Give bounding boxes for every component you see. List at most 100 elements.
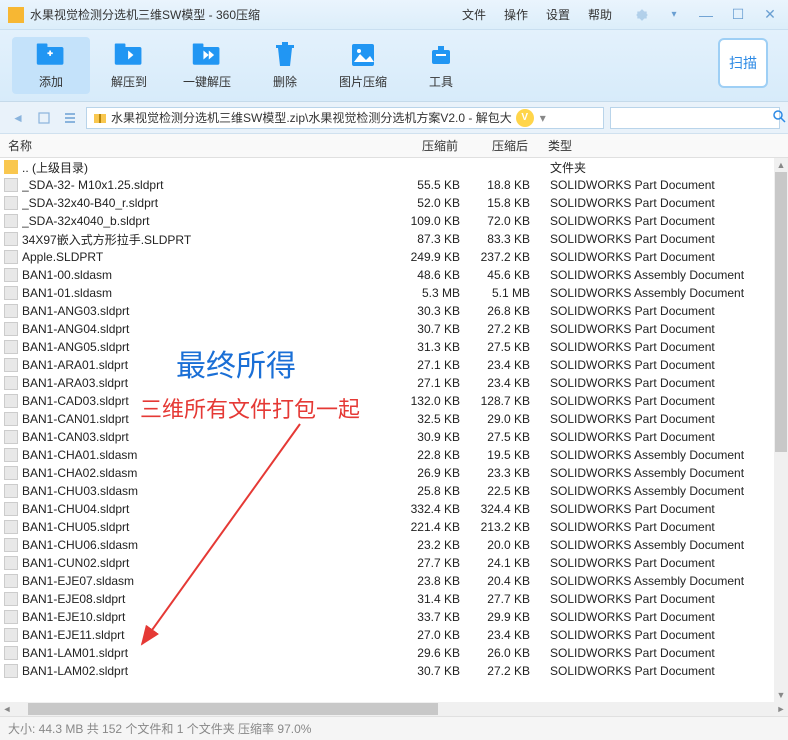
file-row[interactable]: _SDA-32x40-B40_r.sldprt52.0 KB15.8 KBSOL… (0, 194, 788, 212)
file-row[interactable]: BAN1-EJE07.sldasm23.8 KB20.4 KBSOLIDWORK… (0, 572, 788, 590)
file-row[interactable]: BAN1-CHU03.sldasm25.8 KB22.5 KBSOLIDWORK… (0, 482, 788, 500)
file-row[interactable]: BAN1-ANG04.sldprt30.7 KB27.2 KBSOLIDWORK… (0, 320, 788, 338)
file-name: Apple.SLDPRT (22, 250, 402, 264)
file-row[interactable]: Apple.SLDPRT249.9 KB237.2 KBSOLIDWORKS P… (0, 248, 788, 266)
file-row[interactable]: BAN1-CHA01.sldasm22.8 KB19.5 KBSOLIDWORK… (0, 446, 788, 464)
dropdown-icon[interactable]: ▾ (664, 5, 684, 25)
search-box[interactable] (610, 107, 780, 129)
menu-file[interactable]: 文件 (462, 6, 486, 23)
add-button[interactable]: 添加 (12, 37, 90, 94)
file-row[interactable]: BAN1-LAM01.sldprt29.6 KB26.0 KBSOLIDWORK… (0, 644, 788, 662)
file-icon (4, 538, 18, 552)
file-size-after: 23.3 KB (472, 466, 542, 480)
status-text: 大小: 44.3 MB 共 152 个文件和 1 个文件夹 压缩率 97.0% (8, 720, 311, 737)
skin-icon[interactable] (632, 5, 652, 25)
file-row[interactable]: _SDA-32- M10x1.25.sldprt55.5 KB18.8 KBSO… (0, 176, 788, 194)
file-size-after: 19.5 KB (472, 448, 542, 462)
file-type: SOLIDWORKS Part Document (542, 232, 788, 246)
minimize-button[interactable]: — (696, 5, 716, 25)
file-name: BAN1-ARA03.sldprt (22, 376, 402, 390)
horizontal-scrollbar[interactable]: ◄ ► (0, 702, 788, 716)
file-row[interactable]: BAN1-ARA03.sldprt27.1 KB23.4 KBSOLIDWORK… (0, 374, 788, 392)
file-size-after: 72.0 KB (472, 214, 542, 228)
scroll-left-button[interactable]: ◄ (0, 702, 14, 716)
file-row[interactable]: _SDA-32x4040_b.sldprt109.0 KB72.0 KBSOLI… (0, 212, 788, 230)
tools-button[interactable]: 工具 (402, 37, 480, 94)
list-body[interactable]: .. (上级目录) 文件夹 _SDA-32- M10x1.25.sldprt55… (0, 158, 788, 702)
file-row[interactable]: BAN1-CHU04.sldprt332.4 KB324.4 KBSOLIDWO… (0, 500, 788, 518)
list-view-button[interactable] (60, 108, 80, 128)
file-size-after: 20.0 KB (472, 538, 542, 552)
file-name: BAN1-ANG04.sldprt (22, 322, 402, 336)
file-size-before: 27.1 KB (402, 376, 472, 390)
parent-dir-row[interactable]: .. (上级目录) 文件夹 (0, 158, 788, 176)
file-size-after: 5.1 MB (472, 286, 542, 300)
menu-operate[interactable]: 操作 (504, 6, 528, 23)
file-name: BAN1-ANG03.sldprt (22, 304, 402, 318)
file-name: BAN1-ANG05.sldprt (22, 340, 402, 354)
file-row[interactable]: BAN1-CUN02.sldprt27.7 KB24.1 KBSOLIDWORK… (0, 554, 788, 572)
file-row[interactable]: BAN1-CHA02.sldasm26.9 KB23.3 KBSOLIDWORK… (0, 464, 788, 482)
scroll-up-button[interactable]: ▲ (774, 158, 788, 172)
close-button[interactable]: ✕ (760, 5, 780, 25)
delete-button[interactable]: 删除 (246, 37, 324, 94)
file-type: SOLIDWORKS Assembly Document (542, 574, 788, 588)
vertical-scrollbar[interactable]: ▲ ▼ (774, 158, 788, 702)
file-type: SOLIDWORKS Assembly Document (542, 268, 788, 282)
col-type[interactable]: 类型 (540, 137, 788, 154)
maximize-button[interactable]: ☐ (728, 5, 748, 25)
file-row[interactable]: BAN1-CHU05.sldprt221.4 KB213.2 KBSOLIDWO… (0, 518, 788, 536)
scan-button[interactable]: 扫描 (718, 38, 768, 88)
file-row[interactable]: BAN1-CAD03.sldprt132.0 KB128.7 KBSOLIDWO… (0, 392, 788, 410)
scroll-right-button[interactable]: ► (774, 702, 788, 716)
col-after[interactable]: 压缩后 (470, 137, 540, 154)
file-icon (4, 628, 18, 642)
forward-button[interactable] (34, 108, 54, 128)
file-type: SOLIDWORKS Part Document (542, 340, 788, 354)
one-click-icon (191, 41, 223, 69)
menu-settings[interactable]: 设置 (546, 6, 570, 23)
file-row[interactable]: 34X97嵌入式方形拉手.SLDPRT87.3 KB83.3 KBSOLIDWO… (0, 230, 788, 248)
col-name[interactable]: 名称 (0, 137, 400, 154)
file-row[interactable]: BAN1-ANG05.sldprt31.3 KB27.5 KBSOLIDWORK… (0, 338, 788, 356)
path-input[interactable]: 水果视觉检测分选机三维SW模型.zip\水果视觉检测分选机方案V2.0 - 解包… (86, 107, 604, 129)
window-controls: ▾ — ☐ ✕ (632, 5, 780, 25)
file-icon (4, 484, 18, 498)
h-scroll-thumb[interactable] (28, 703, 438, 715)
file-row[interactable]: BAN1-CAN01.sldprt32.5 KB29.0 KBSOLIDWORK… (0, 410, 788, 428)
extract-to-button[interactable]: 解压到 (90, 37, 168, 94)
file-type: SOLIDWORKS Part Document (542, 376, 788, 390)
file-icon (4, 592, 18, 606)
file-row[interactable]: BAN1-EJE10.sldprt33.7 KB29.9 KBSOLIDWORK… (0, 608, 788, 626)
scroll-down-button[interactable]: ▼ (774, 688, 788, 702)
file-size-after: 27.7 KB (472, 592, 542, 606)
file-icon (4, 412, 18, 426)
path-text: 水果视觉检测分选机三维SW模型.zip\水果视觉检测分选机方案V2.0 - 解包… (111, 109, 512, 126)
file-row[interactable]: BAN1-ARA01.sldprt27.1 KB23.4 KBSOLIDWORK… (0, 356, 788, 374)
file-type: SOLIDWORKS Part Document (542, 394, 788, 408)
file-row[interactable]: BAN1-00.sldasm48.6 KB45.6 KBSOLIDWORKS A… (0, 266, 788, 284)
file-row[interactable]: BAN1-CHU06.sldasm23.2 KB20.0 KBSOLIDWORK… (0, 536, 788, 554)
search-icon[interactable] (772, 109, 786, 126)
search-input[interactable] (617, 111, 772, 125)
file-row[interactable]: BAN1-ANG03.sldprt30.3 KB26.8 KBSOLIDWORK… (0, 302, 788, 320)
file-size-before: 30.7 KB (402, 664, 472, 678)
path-dropdown-icon[interactable]: ▾ (540, 111, 546, 125)
back-button[interactable]: ◄ (8, 108, 28, 128)
file-row[interactable]: BAN1-CAN03.sldprt30.9 KB27.5 KBSOLIDWORK… (0, 428, 788, 446)
file-row[interactable]: BAN1-EJE08.sldprt31.4 KB27.7 KBSOLIDWORK… (0, 590, 788, 608)
file-row[interactable]: BAN1-EJE11.sldprt27.0 KB23.4 KBSOLIDWORK… (0, 626, 788, 644)
tools-icon (425, 41, 457, 69)
file-row[interactable]: BAN1-LAM02.sldprt30.7 KB27.2 KBSOLIDWORK… (0, 662, 788, 680)
file-row[interactable]: BAN1-01.sldasm5.3 MB5.1 MBSOLIDWORKS Ass… (0, 284, 788, 302)
image-compress-button[interactable]: 图片压缩 (324, 37, 402, 94)
menu-help[interactable]: 帮助 (588, 6, 612, 23)
file-size-after: 20.4 KB (472, 574, 542, 588)
one-click-button[interactable]: 一键解压 (168, 37, 246, 94)
file-type: SOLIDWORKS Part Document (542, 664, 788, 678)
file-size-before: 249.9 KB (402, 250, 472, 264)
col-before[interactable]: 压缩前 (400, 137, 470, 154)
file-size-after: 23.4 KB (472, 358, 542, 372)
file-size-after: 27.2 KB (472, 322, 542, 336)
v-scroll-thumb[interactable] (775, 172, 787, 452)
